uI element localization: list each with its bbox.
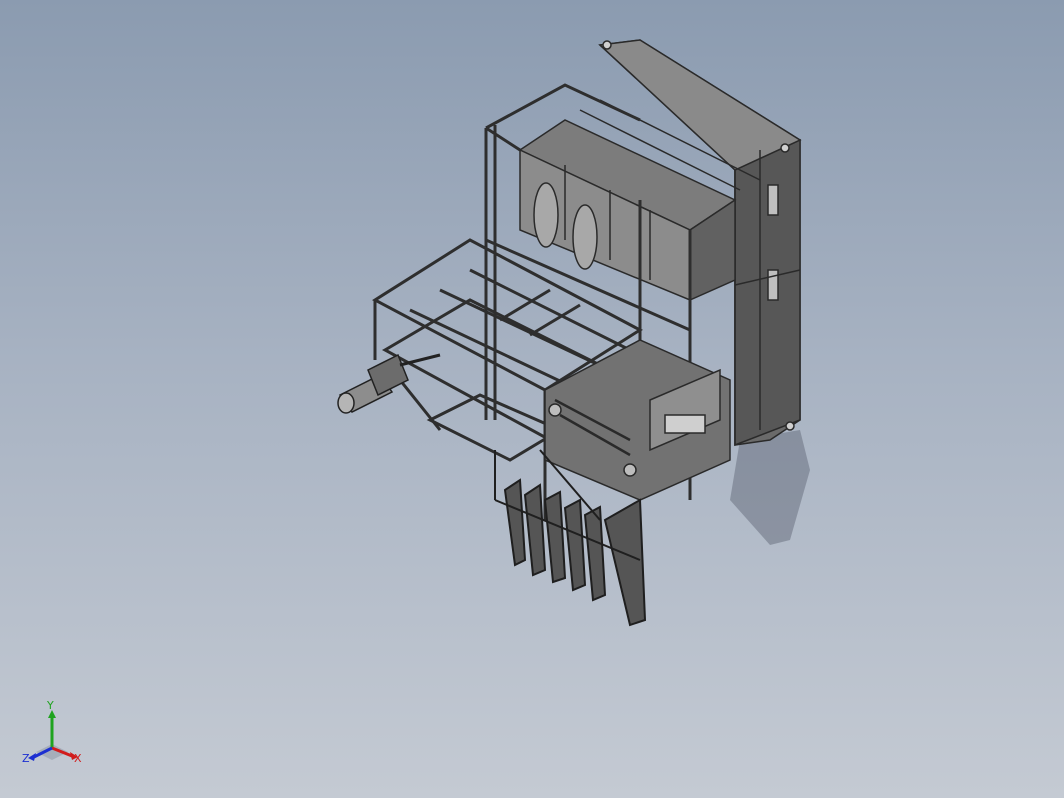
machine-model[interactable] (0, 0, 1064, 798)
model-shadow (730, 430, 810, 545)
z-axis-label: Z (22, 752, 30, 765)
y-axis-label: Y (46, 700, 54, 712)
x-axis-label: X (74, 752, 82, 765)
lower-mechanism (544, 339, 731, 501)
drive-motor (337, 353, 441, 414)
graphics-viewport[interactable]: Y X Z (0, 0, 1064, 798)
view-orientation-triad[interactable]: Y X Z (14, 700, 94, 780)
